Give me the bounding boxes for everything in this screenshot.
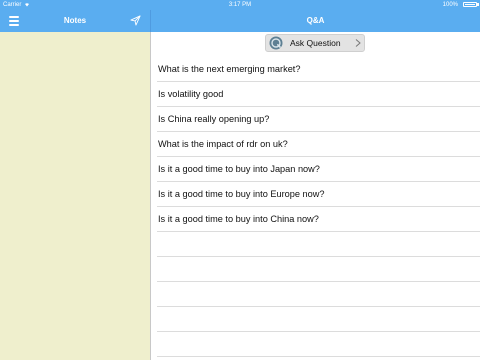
qa-nav: Q&A (151, 10, 480, 32)
app-window: Carrier 3:17 PM 100% Notes Q&A Ask Quest… (0, 0, 480, 360)
notes-pane[interactable] (0, 32, 150, 360)
ask-question-label: Ask Question (290, 38, 341, 48)
question-item[interactable]: Is it a good time to buy into Europe now… (157, 182, 480, 207)
empty-row (157, 257, 480, 282)
empty-row (157, 307, 480, 332)
chevron-right-icon (355, 39, 361, 47)
question-item[interactable]: What is the next emerging market? (157, 57, 480, 82)
question-list: What is the next emerging market? Is vol… (151, 57, 480, 357)
question-item[interactable]: What is the impact of rdr on uk? (157, 132, 480, 157)
qa-title: Q&A (306, 16, 325, 25)
empty-row (157, 332, 480, 357)
notes-nav: Notes (0, 10, 150, 32)
question-item[interactable]: Is it a good time to buy into China now? (157, 207, 480, 232)
battery-percent: 100% (442, 2, 458, 8)
question-item[interactable]: Is it a good time to buy into Japan now? (157, 157, 480, 182)
question-item[interactable]: Is China really opening up? (157, 107, 480, 132)
paper-plane-icon[interactable] (130, 15, 141, 26)
question-bubble-icon (269, 36, 283, 50)
navigation-bar: Notes Q&A (0, 10, 480, 32)
qa-pane: Ask Question What is the next emerging m… (151, 32, 480, 360)
battery-icon (463, 2, 477, 7)
status-time: 3:17 PM (228, 2, 252, 8)
battery-nub (477, 3, 479, 6)
status-bar: Carrier 3:17 PM 100% (0, 0, 480, 10)
question-item[interactable]: Is volatility good (157, 82, 480, 107)
ask-question-button[interactable]: Ask Question (265, 34, 365, 52)
empty-row (157, 282, 480, 307)
notes-title: Notes (63, 16, 87, 25)
empty-row (157, 232, 480, 257)
